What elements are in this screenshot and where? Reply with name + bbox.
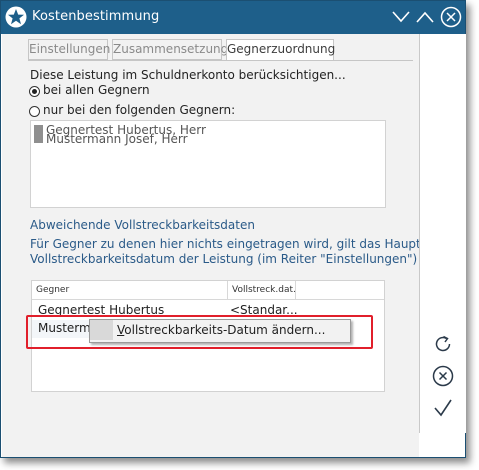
- radio-all-opponents[interactable]: [29, 86, 40, 97]
- chevron-up-icon[interactable]: [414, 6, 436, 28]
- section-heading-enforceability: Abweichende Vollstreckbarkeitsdaten: [30, 218, 255, 232]
- radio-selected-opponents-label[interactable]: nur bei den folgenden Gegnern:: [43, 103, 235, 117]
- tab-einstellungen[interactable]: Einstellungen: [28, 39, 110, 60]
- info-text-line1: Für Gegner zu denen hier nichts eingetra…: [30, 237, 429, 251]
- dialog-window: Kostenbestimmung Einstellungen Zusammens…: [0, 0, 466, 458]
- radio-selected-opponents[interactable]: [29, 106, 40, 117]
- context-menu: Vollstreckbarkeits-Datum ändern...: [89, 319, 351, 343]
- cancel-circle-icon[interactable]: [432, 365, 454, 387]
- checkmark-icon[interactable]: [432, 397, 454, 419]
- column-header-vollstreck[interactable]: Vollstreck.dat.: [228, 281, 296, 299]
- close-circle-icon[interactable]: [440, 6, 462, 28]
- tab-gegnerzuordnung[interactable]: Gegnerzuordnung: [226, 39, 335, 61]
- star-icon: [5, 6, 27, 28]
- column-header-gegner[interactable]: Gegner: [32, 281, 228, 299]
- info-text-line2: Vollstreckbarkeitsdatum der Leistung (im…: [30, 252, 418, 266]
- menu-icon-column: [90, 320, 113, 340]
- title-bar: Kostenbestimmung: [1, 1, 465, 34]
- list-item[interactable]: Mustermann Josef, Herr: [34, 133, 188, 145]
- chevron-down-icon[interactable]: [390, 6, 412, 28]
- radio-all-opponents-label[interactable]: bei allen Gegnern: [43, 83, 150, 97]
- tab-divider: [28, 60, 413, 61]
- checkbox-icon[interactable]: [34, 134, 43, 143]
- context-menu-item-change-date[interactable]: Vollstreckbarkeits-Datum ändern...: [117, 323, 325, 337]
- tab-zusammensetzung[interactable]: Zusammensetzung: [112, 39, 228, 60]
- section-heading-consider: Diese Leistung im Schuldnerkonto berücks…: [30, 68, 346, 82]
- action-rail: [419, 34, 466, 433]
- refresh-icon[interactable]: [432, 333, 454, 355]
- opponent-listbox[interactable]: Gegnertest Hubertus, Herr Mustermann Jos…: [30, 120, 386, 208]
- window-title: Kostenbestimmung: [32, 9, 160, 24]
- dialog-content: Einstellungen Zusammensetzung Gegnerzuor…: [2, 34, 429, 457]
